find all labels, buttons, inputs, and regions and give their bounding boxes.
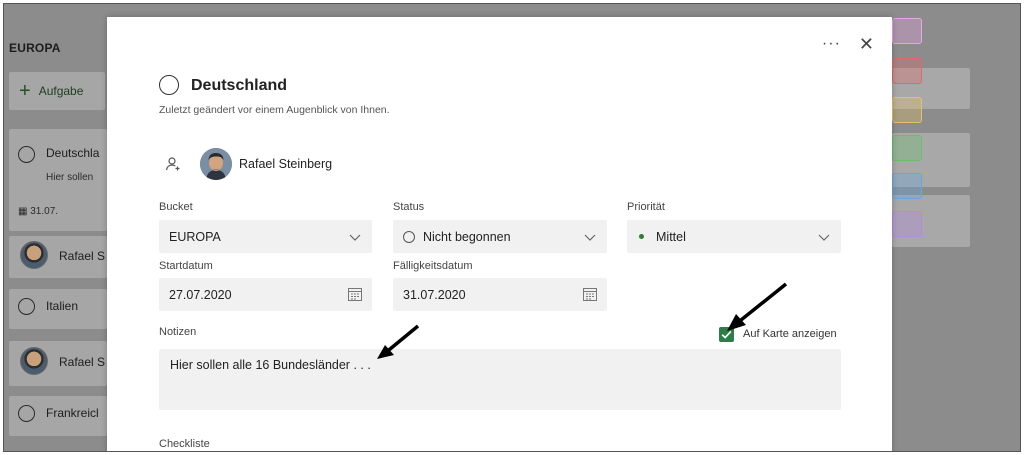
- bucket-title: EUROPA: [9, 41, 61, 55]
- calendar-icon[interactable]: [582, 286, 598, 302]
- task-card-title: Italien: [46, 299, 79, 313]
- task-card-date-value: 31.07.: [30, 206, 59, 217]
- notes-textarea[interactable]: Hier sollen alle 16 Bundesländer . . .: [159, 349, 841, 410]
- priority-dot-icon: [639, 234, 644, 239]
- chevron-down-icon: [349, 234, 361, 241]
- last-modified-text: Zuletzt geändert vor einem Augenblick vo…: [159, 104, 390, 116]
- status-dropdown[interactable]: Nicht begonnen: [393, 220, 607, 253]
- task-complete-circle[interactable]: [159, 75, 179, 95]
- chevron-down-icon: [818, 234, 830, 241]
- not-started-icon: [403, 230, 415, 243]
- task-card-date: ▦ 31.07.: [18, 206, 58, 217]
- start-date-value: 27.07.2020: [169, 287, 232, 302]
- notes-label: Notizen: [159, 326, 197, 338]
- status-value: Nicht begonnen: [423, 229, 511, 244]
- assign-person-icon[interactable]: [165, 156, 181, 172]
- close-icon[interactable]: ✕: [859, 35, 874, 53]
- bucket-label: Bucket: [159, 201, 193, 213]
- avatar-image: [200, 148, 232, 180]
- calendar-icon[interactable]: [347, 286, 363, 302]
- start-date-field[interactable]: 27.07.2020: [159, 278, 372, 311]
- bucket-dropdown[interactable]: EUROPA: [159, 220, 372, 253]
- task-card-assignee: Rafael S: [59, 249, 106, 263]
- more-icon[interactable]: ···: [822, 36, 841, 52]
- task-complete-circle[interactable]: [18, 146, 35, 163]
- label-swatch[interactable]: [892, 173, 922, 199]
- label-swatch[interactable]: [892, 97, 922, 123]
- priority-value: Mittel: [656, 229, 686, 244]
- checklist-label: Checkliste: [159, 438, 210, 450]
- priority-label: Priorität: [627, 201, 665, 213]
- screenshot-frame: EUROPA + Aufgabe Deutschla Hier sollen ▦…: [3, 3, 1021, 452]
- annotation-arrow: [727, 282, 788, 331]
- plus-icon: +: [19, 80, 31, 102]
- label-swatch[interactable]: [892, 58, 922, 84]
- label-swatch[interactable]: [892, 135, 922, 161]
- add-task-button[interactable]: + Aufgabe: [9, 72, 105, 110]
- task-card-assignee: Rafael S: [59, 355, 106, 369]
- chevron-down-icon: [584, 234, 596, 241]
- label-swatch[interactable]: [892, 18, 922, 44]
- assignee-name: Rafael Steinberg: [239, 157, 333, 171]
- task-card-note: Hier sollen: [46, 172, 94, 183]
- avatar: [20, 241, 48, 269]
- task-card-title: Frankreicl: [46, 406, 99, 420]
- task-card-title: Deutschla: [46, 146, 100, 160]
- label-swatch[interactable]: [892, 211, 922, 237]
- calendar-icon: ▦: [18, 206, 28, 217]
- task-title[interactable]: Deutschland: [191, 77, 287, 95]
- task-details-dialog: ··· ✕ Deutschland Zuletzt geändert vor e…: [107, 17, 892, 451]
- task-complete-circle[interactable]: [18, 405, 35, 422]
- avatar[interactable]: [200, 148, 232, 180]
- priority-dropdown[interactable]: Mittel: [627, 220, 841, 253]
- dialog-actions: ··· ✕: [822, 35, 874, 53]
- start-date-label: Startdatum: [159, 260, 213, 272]
- status-label: Status: [393, 201, 425, 213]
- annotation-arrow: [377, 324, 420, 359]
- add-task-label: Aufgabe: [38, 84, 84, 98]
- avatar: [20, 347, 48, 375]
- due-date-value: 31.07.2020: [403, 287, 466, 302]
- bucket-value: EUROPA: [169, 229, 221, 244]
- task-complete-circle[interactable]: [18, 298, 35, 315]
- due-date-label: Fälligkeitsdatum: [393, 260, 473, 272]
- due-date-field[interactable]: 31.07.2020: [393, 278, 607, 311]
